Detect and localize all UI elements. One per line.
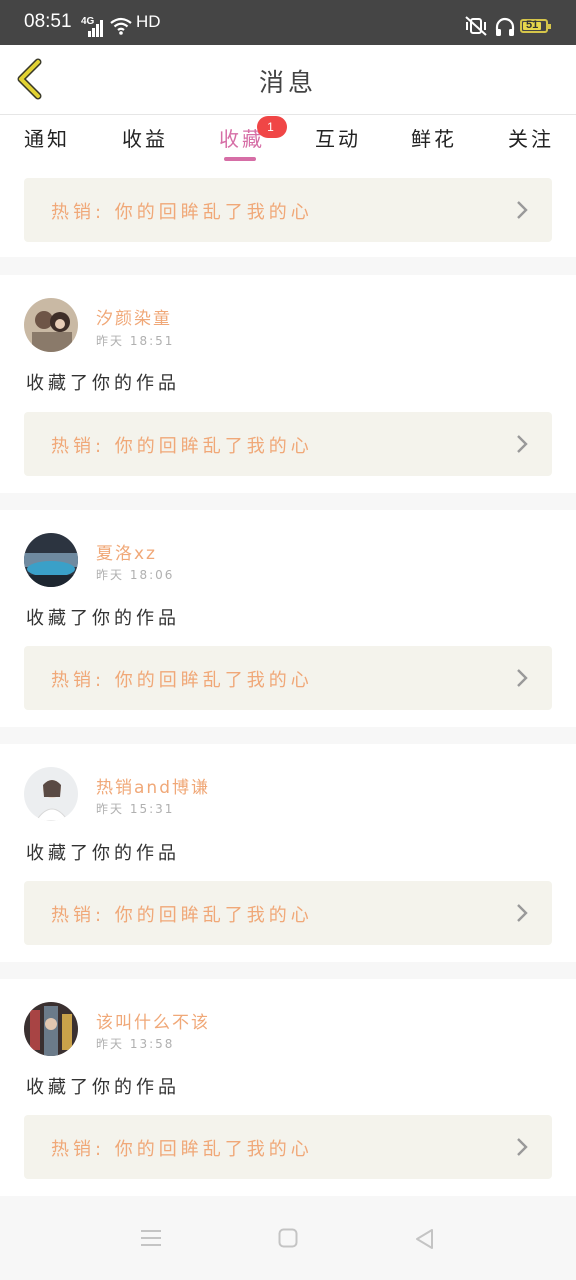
action-text: 收藏了你的作品 (26, 1077, 180, 1098)
wifi-icon (110, 17, 132, 35)
action-text: 收藏了你的作品 (26, 373, 180, 394)
message-card: 汐颜染童 昨天 18:51 收藏了你的作品 热销: 你的回眸乱了我的心 (0, 275, 576, 493)
status-time: 08:51 (24, 11, 72, 32)
action-text: 收藏了你的作品 (26, 843, 180, 864)
back-triangle-icon[interactable] (414, 1228, 434, 1250)
book-link-text: 热销: 你的回眸乱了我的心 (51, 436, 313, 457)
avatar[interactable] (24, 298, 78, 352)
message-card: 热销and博谦 昨天 15:31 收藏了你的作品 热销: 你的回眸乱了我的心 (0, 744, 576, 962)
vibrate-mute-icon (465, 16, 487, 36)
message-time: 昨天 18:06 (96, 568, 175, 582)
system-nav-bar (0, 1196, 576, 1280)
hd-indicator: HD (136, 12, 161, 31)
book-link[interactable]: 热销: 你的回眸乱了我的心 (24, 646, 552, 710)
battery-icon: 51 (520, 19, 551, 33)
tab-earnings[interactable]: 收益 (122, 123, 168, 152)
username[interactable]: 夏洛xz (96, 539, 157, 564)
action-text: 收藏了你的作品 (26, 608, 180, 629)
tab-flowers[interactable]: 鲜花 (411, 123, 457, 152)
avatar[interactable] (24, 767, 78, 821)
tab-follows[interactable]: 关注 (508, 123, 554, 152)
tab-favorites[interactable]: 收藏 1 (219, 116, 287, 152)
tab-bar: 通知 收益 收藏 1 互动 鲜花 关注 (0, 115, 576, 163)
active-tab-indicator (224, 157, 256, 161)
book-link[interactable]: 热销: 你的回眸乱了我的心 (24, 1115, 552, 1179)
tab-notifications[interactable]: 通知 (24, 123, 70, 152)
chevron-right-icon (517, 669, 528, 687)
message-card: 夏洛xz 昨天 18:06 收藏了你的作品 热销: 你的回眸乱了我的心 (0, 510, 576, 727)
book-link-text: 热销: 你的回眸乱了我的心 (51, 670, 313, 691)
message-card: 该叫什么不该 昨天 13:58 收藏了你的作品 热销: 你的回眸乱了我的心 (0, 979, 576, 1196)
signal-icon (88, 19, 104, 37)
username[interactable]: 该叫什么不该 (96, 1008, 210, 1033)
message-time: 昨天 18:51 (96, 334, 175, 348)
unread-badge: 1 (257, 116, 287, 138)
avatar[interactable] (24, 533, 78, 587)
chevron-right-icon (517, 904, 528, 922)
book-link[interactable]: 热销: 你的回眸乱了我的心 (24, 412, 552, 476)
book-link-text: 热销: 你的回眸乱了我的心 (51, 202, 313, 223)
book-link-text: 热销: 你的回眸乱了我的心 (51, 905, 313, 926)
message-time: 昨天 15:31 (96, 802, 175, 816)
tab-interactions[interactable]: 互动 (315, 123, 361, 152)
home-square-icon[interactable] (278, 1228, 298, 1248)
battery-level: 51 (526, 19, 539, 31)
page-title: 消息 (258, 68, 317, 97)
chevron-right-icon (517, 435, 528, 453)
book-link[interactable]: 热销: 你的回眸乱了我的心 (24, 178, 552, 242)
menu-icon[interactable] (140, 1228, 162, 1248)
page-header: 消息 (0, 45, 576, 115)
message-time: 昨天 13:58 (96, 1037, 175, 1051)
username[interactable]: 汐颜染童 (96, 304, 172, 329)
message-card: 热销: 你的回眸乱了我的心 (0, 163, 576, 257)
username[interactable]: 热销and博谦 (96, 773, 210, 798)
headset-icon (495, 17, 515, 36)
book-link-text: 热销: 你的回眸乱了我的心 (51, 1139, 313, 1160)
chevron-right-icon (517, 201, 528, 219)
book-link[interactable]: 热销: 你的回眸乱了我的心 (24, 881, 552, 945)
status-bar: 08:51 4G HD 51 (0, 0, 576, 45)
chevron-right-icon (517, 1138, 528, 1156)
avatar[interactable] (24, 1002, 78, 1056)
